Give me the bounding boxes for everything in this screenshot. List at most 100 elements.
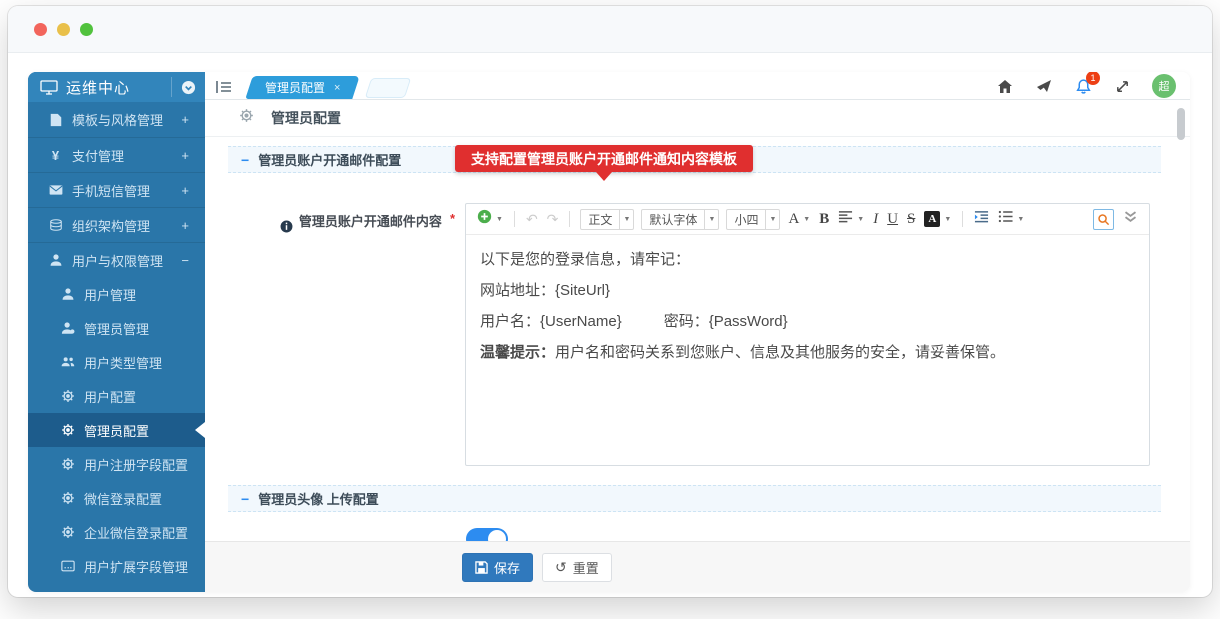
- section-avatar-upload[interactable]: − 管理员头像 上传配置: [228, 485, 1161, 512]
- sidebar-item-9[interactable]: 管理员配置: [28, 413, 205, 447]
- collapse-icon: −: [241, 152, 249, 168]
- sidebar-item-8[interactable]: 用户配置: [28, 379, 205, 413]
- align-icon: [838, 209, 853, 229]
- editor-content[interactable]: 以下是您的登录信息，请牢记： 网站地址：{SiteUrl} 用户名：{UserN…: [466, 235, 1149, 465]
- more-tools-button[interactable]: [1120, 208, 1141, 230]
- sidebar-menu: 模板与风格管理+¥支付管理+手机短信管理+组织架构管理+用户与权限管理−用户管理…: [28, 102, 205, 583]
- underline-button[interactable]: U: [884, 208, 901, 230]
- sidebar-collapse-all-button[interactable]: [171, 77, 205, 97]
- sidebar-item-label: 管理员管理: [84, 319, 205, 338]
- close-window-button[interactable]: [34, 23, 47, 36]
- undo-button[interactable]: ↶: [523, 208, 541, 230]
- gear-icon: [60, 491, 75, 506]
- new-tab-placeholder[interactable]: [365, 78, 411, 98]
- outdent-icon: [216, 80, 232, 94]
- sidebar-item-label: 用户注册字段配置: [84, 455, 205, 474]
- reset-icon: ↺: [555, 560, 567, 574]
- tab-admin-config[interactable]: 管理员配置 ×: [245, 76, 360, 99]
- insert-button[interactable]: ▼: [474, 208, 506, 230]
- floppy-icon: [475, 561, 488, 574]
- sidebar-item-10[interactable]: 用户注册字段配置: [28, 447, 205, 481]
- sidebar-item-1[interactable]: ¥支付管理+: [28, 137, 205, 172]
- toolbar-separator: [962, 211, 963, 227]
- field-label-text: 管理员账户开通邮件内容: [299, 211, 442, 230]
- list-button[interactable]: ▼: [995, 208, 1027, 230]
- sidebar-item-2[interactable]: 手机短信管理+: [28, 172, 205, 207]
- file-icon: [48, 112, 63, 127]
- gear-icon: [239, 108, 254, 128]
- reset-label: 重置: [573, 558, 599, 577]
- zoom-window-button[interactable]: [80, 23, 93, 36]
- sidebar-item-label: 企业微信登录配置: [84, 523, 205, 542]
- save-label: 保存: [494, 558, 520, 577]
- sidebar-item-5[interactable]: 用户管理: [28, 277, 205, 311]
- tabs-bar: 管理员配置 × 1: [205, 72, 1190, 100]
- bold-button[interactable]: B: [816, 208, 832, 230]
- save-button[interactable]: 保存: [462, 553, 533, 582]
- sidebar-item-7[interactable]: 用户类型管理: [28, 345, 205, 379]
- sidebar-item-label: 支付管理: [72, 146, 181, 165]
- user-badge-icon: [60, 321, 75, 336]
- sidebar-item-6[interactable]: 管理员管理: [28, 311, 205, 345]
- expand-icon: +: [181, 148, 189, 163]
- fullscreen-button[interactable]: [1113, 77, 1131, 95]
- page-content: − 管理员账户开通邮件配置 支持配置管理员账户开通邮件通知内容模板 管理员账户开…: [205, 137, 1190, 541]
- section-title: 管理员账户开通邮件配置: [258, 150, 401, 169]
- editor-toolbar: ▼↶↷正文▼默认字体▼小四▼A▼B▼IUSA▼▼: [466, 204, 1149, 235]
- preview-button[interactable]: [1090, 208, 1117, 230]
- gear-icon: [60, 525, 75, 540]
- topbar-actions: 1 超: [996, 72, 1176, 100]
- font-family-select[interactable]: 默认字体▼: [641, 209, 719, 230]
- notifications-button[interactable]: 1: [1074, 77, 1092, 95]
- card-icon: [60, 559, 75, 574]
- sidebar-item-label: 用户管理: [84, 285, 205, 304]
- italic-button[interactable]: I: [870, 208, 881, 230]
- info-icon: [280, 220, 293, 236]
- sidebar-item-12[interactable]: 企业微信登录配置: [28, 515, 205, 549]
- field-label: 管理员账户开通邮件内容 *: [205, 203, 455, 466]
- user-avatar[interactable]: 超: [1152, 74, 1176, 98]
- editor-line: 以下是您的登录信息，请牢记：: [480, 244, 1135, 275]
- editor-line: 网站地址：{SiteUrl}: [480, 275, 1135, 306]
- collapse-icon: −: [181, 253, 189, 268]
- sidebar-item-3[interactable]: 组织架构管理+: [28, 207, 205, 242]
- sidebar-item-label: 用户配置: [84, 387, 205, 406]
- sidebar-item-label: 模板与风格管理: [72, 110, 181, 129]
- notification-badge: 1: [1086, 72, 1100, 85]
- align-button[interactable]: ▼: [835, 208, 867, 230]
- sidebar-toggle-button[interactable]: [213, 78, 235, 96]
- list-icon: [998, 209, 1013, 229]
- redo-button[interactable]: ↷: [544, 208, 562, 230]
- form-footer: 保存 ↺ 重置: [205, 541, 1190, 592]
- paragraph-select[interactable]: 正文▼: [580, 209, 634, 230]
- indent-button[interactable]: [971, 208, 992, 230]
- monitor-icon: [40, 80, 58, 94]
- sidebar-item-4[interactable]: 用户与权限管理−: [28, 242, 205, 277]
- editor-line: 温馨提示：用户名和密码关系到您账户、信息及其他服务的安全，请妥善保管。: [480, 337, 1135, 368]
- scrollbar-thumb[interactable]: [1177, 108, 1185, 140]
- font-color-button[interactable]: A▼: [785, 208, 813, 230]
- strike-button[interactable]: S: [904, 208, 918, 230]
- sidebar-item-0[interactable]: 模板与风格管理+: [28, 102, 205, 137]
- sidebar-item-label: 微信登录配置: [84, 489, 205, 508]
- toolbar-separator: [514, 211, 515, 227]
- tab-close-icon[interactable]: ×: [334, 82, 340, 94]
- page-header: 管理员配置: [205, 100, 1190, 137]
- font-size-select[interactable]: 小四▼: [726, 209, 780, 230]
- page-title: 管理员配置: [271, 108, 341, 128]
- feature-callout: 支持配置管理员账户开通邮件通知内容模板: [455, 145, 753, 172]
- users-icon: [60, 355, 75, 370]
- avatar-upload-toggle[interactable]: [466, 528, 508, 541]
- reset-button[interactable]: ↺ 重置: [542, 553, 612, 582]
- indent-icon: [974, 209, 989, 229]
- gear-icon: [60, 457, 75, 472]
- sidebar-item-11[interactable]: 微信登录配置: [28, 481, 205, 515]
- app-window: 运维中心 模板与风格管理+¥支付管理+手机短信管理+组织架构管理+用户与权限管理…: [8, 6, 1212, 597]
- clear-cache-button[interactable]: [1035, 77, 1053, 95]
- gear-icon: [60, 423, 75, 438]
- sidebar-item-label: 组织架构管理: [72, 216, 181, 235]
- highlight-button[interactable]: A▼: [921, 208, 954, 230]
- home-button[interactable]: [996, 77, 1014, 95]
- minimize-window-button[interactable]: [57, 23, 70, 36]
- sidebar-item-13[interactable]: 用户扩展字段管理: [28, 549, 205, 583]
